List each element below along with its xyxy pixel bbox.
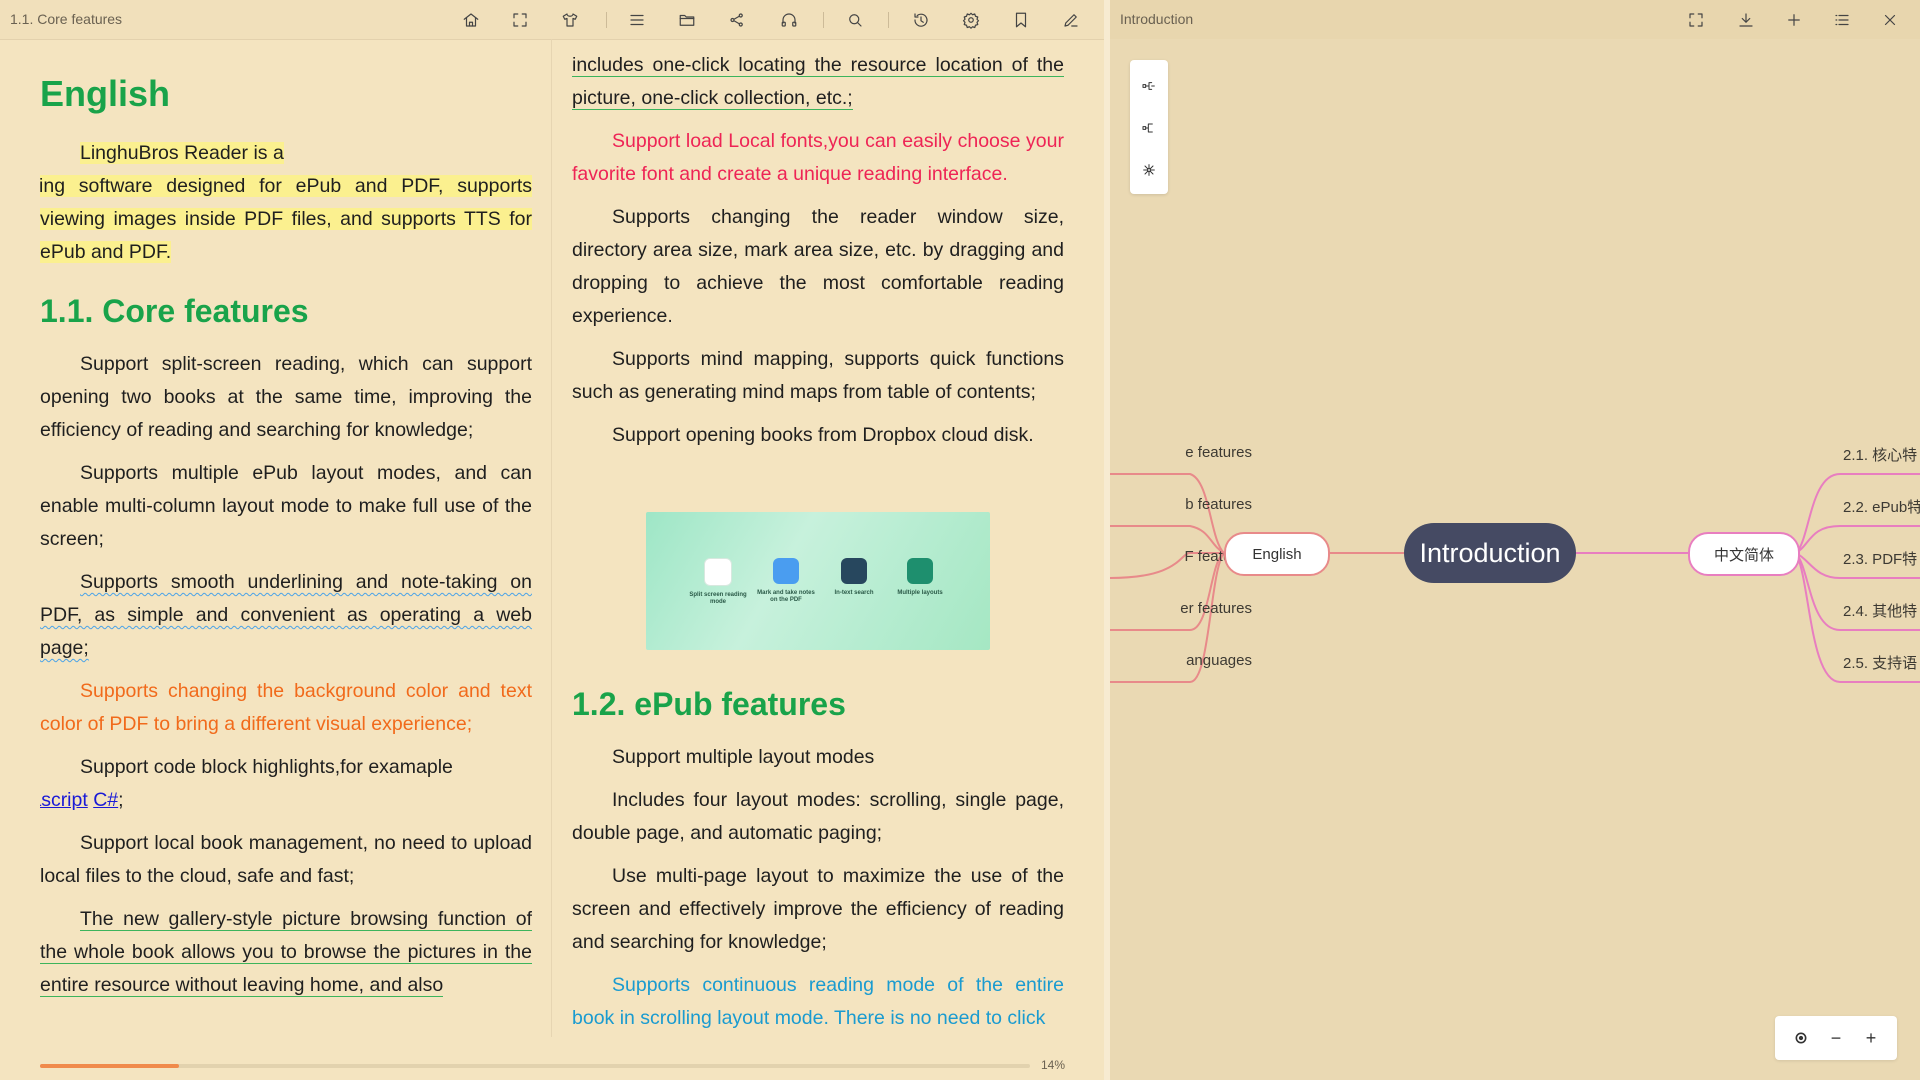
paragraph: Support opening books from Dropbox cloud… <box>612 424 1034 446</box>
reader-toolbar: 1.1. Core features <box>0 0 1104 40</box>
mindmap-node-english[interactable]: English <box>1224 532 1330 576</box>
mindmap-node-chinese[interactable]: 中文简体 <box>1688 532 1800 576</box>
zoom-in-icon[interactable]: + <box>1859 1026 1883 1050</box>
edit-icon[interactable] <box>1059 8 1083 32</box>
mindmap-leaf[interactable]: 2.4. 其他特 <box>1843 600 1917 621</box>
feature-item: Multiple layouts <box>890 558 950 597</box>
reader-pane: 1.1. Core features English LinghuBros Re… <box>0 0 1104 1080</box>
menu-icon[interactable] <box>625 8 649 32</box>
feature-banner-image[interactable]: Split screen reading mode Mark and take … <box>646 512 990 650</box>
mindmap-leaf[interactable]: 2.2. ePub特 <box>1843 496 1920 517</box>
toolbar-divider <box>606 12 607 28</box>
paragraph: Support local book management, no need t… <box>40 832 532 887</box>
paragraph: Support split-screen reading, which can … <box>40 353 532 441</box>
highlighted-text[interactable]: reading software designed for ePub and P… <box>40 175 532 263</box>
paragraph-colored: Support load Local fonts,you can easily … <box>572 130 1064 185</box>
bookmark-icon[interactable] <box>1009 8 1033 32</box>
toolbar-divider <box>823 12 824 28</box>
highlighted-text[interactable]: LinghuBros Reader is a <box>80 142 284 164</box>
progress-percent: 14% <box>1041 1058 1066 1072</box>
mindmap-leaf[interactable]: 2.5. 支持语 <box>1843 652 1917 673</box>
settings-icon[interactable] <box>959 8 983 32</box>
paragraph-text: ; <box>118 789 124 811</box>
paragraph: LinghuBros Reader is a reading software … <box>40 137 532 269</box>
mindmap-leaf[interactable]: b features <box>1185 496 1252 513</box>
mindmap-leaf[interactable]: er features <box>1180 600 1252 617</box>
wavy-underline-annotation[interactable]: Supports smooth underlining and note-tak… <box>40 571 532 659</box>
reader-title: 1.1. Core features <box>10 11 123 27</box>
column-divider <box>551 39 552 1037</box>
underline-annotation[interactable]: The new gallery-style picture browsing f… <box>40 908 532 997</box>
zoom-out-icon[interactable]: − <box>1824 1026 1848 1050</box>
reader-column-right: includes one-click locating the resource… <box>572 39 1064 1037</box>
reading-progress-bar[interactable] <box>40 1064 1030 1068</box>
feature-label: In-text search <box>834 590 874 596</box>
paragraph: Supports mind mapping, supports quick fu… <box>572 348 1064 403</box>
progress-fill <box>40 1064 179 1068</box>
headphones-icon[interactable] <box>777 8 801 32</box>
folder-icon[interactable] <box>675 8 699 32</box>
paragraph-colored: Supports continuous reading mode of the … <box>572 974 1064 1029</box>
mindmap-leaf[interactable]: 2.1. 核心特 <box>1843 444 1917 465</box>
paragraph: Supports multiple ePub layout modes, and… <box>40 462 532 550</box>
paragraph: The new gallery-style picture browsing f… <box>40 903 532 1002</box>
search-icon <box>841 558 867 584</box>
history-icon[interactable] <box>909 8 933 32</box>
feature-item: Split screen reading mode <box>688 558 748 606</box>
fullscreen-icon[interactable] <box>508 8 532 32</box>
mindmap-leaf[interactable]: 2.3. PDF特 <box>1843 548 1917 569</box>
feature-label: Split screen reading mode <box>689 592 747 605</box>
split-screen-icon <box>704 558 732 586</box>
reader-column-left: English LinghuBros Reader is a reading s… <box>40 39 532 1037</box>
link-javascript[interactable]: Javascript <box>40 789 88 811</box>
link-csharp[interactable]: C# <box>93 789 118 811</box>
feature-label: Multiple layouts <box>897 590 943 596</box>
feature-item: In-text search <box>824 558 884 597</box>
layout-icon <box>907 558 933 584</box>
zoom-controls: − + <box>1775 1016 1897 1060</box>
section-heading: 1.1. Core features <box>40 293 309 329</box>
paragraph: Use multi-page layout to maximize the us… <box>572 865 1064 953</box>
mindmap-leaf[interactable]: anguages <box>1186 652 1252 669</box>
paragraph: Supports smooth underlining and note-tak… <box>40 566 532 665</box>
paragraph: Supports changing the reader window size… <box>572 206 1064 327</box>
paragraph-colored: Supports changing the background color a… <box>40 680 532 735</box>
section-heading: 1.2. ePub features <box>572 686 846 722</box>
paragraph-text: Support code block highlights,for examap… <box>80 756 453 778</box>
underline-annotation[interactable]: includes one-click locating the resource… <box>572 54 1064 110</box>
mindmap-leaf[interactable]: e features <box>1185 444 1252 461</box>
notes-icon <box>773 558 799 584</box>
mindmap-pane: Introduction e features b features F fea… <box>1110 0 1920 1080</box>
search-icon[interactable] <box>843 8 867 32</box>
mindmap-root-node[interactable]: Introduction <box>1404 523 1576 583</box>
paragraph: includes one-click locating the resource… <box>572 49 1064 115</box>
chapter-heading: English <box>40 73 171 114</box>
paragraph: Support multiple layout modes <box>612 746 875 768</box>
shirt-icon[interactable] <box>558 8 582 32</box>
paragraph: Support code block highlights,for examap… <box>40 751 532 817</box>
share-icon[interactable] <box>725 8 749 32</box>
reset-view-icon[interactable] <box>1789 1026 1813 1050</box>
toolbar-divider <box>888 12 889 28</box>
feature-label: Mark and take notes on the PDF <box>757 590 815 603</box>
feature-item: Mark and take notes on the PDF <box>756 558 816 604</box>
paragraph: Includes four layout modes: scrolling, s… <box>572 789 1064 844</box>
home-icon[interactable] <box>459 8 483 32</box>
